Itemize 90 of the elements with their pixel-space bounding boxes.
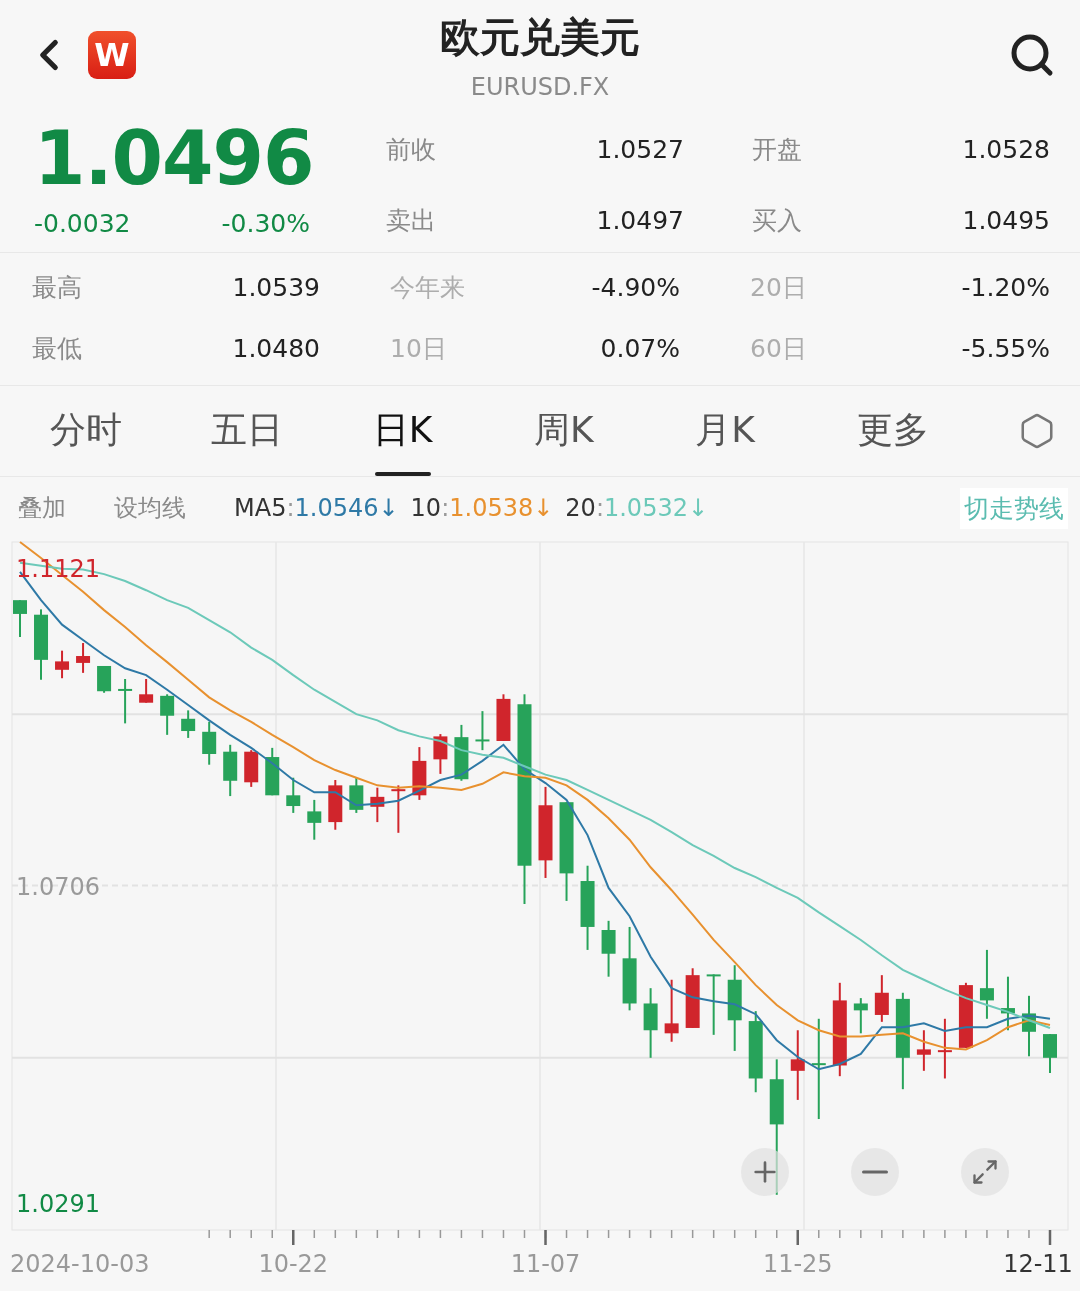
legend-label: 20 (565, 494, 596, 523)
stat-value: 1.0497 (596, 206, 684, 236)
candlestick (349, 776, 364, 814)
stat-value: -1.20% (961, 272, 1050, 302)
candlestick (643, 987, 658, 1059)
axis-label: 11-25 (762, 1250, 833, 1278)
stat-label: 10日 (390, 332, 447, 365)
candlestick (475, 710, 490, 752)
candlestick (1000, 975, 1015, 1032)
candlestick (496, 693, 511, 742)
period-tab[interactable]: 日K (372, 385, 534, 476)
candlestick (202, 720, 217, 766)
stat-value: 1.0480 (232, 333, 320, 363)
settings-button[interactable] (1018, 411, 1056, 450)
candlestick (286, 776, 301, 814)
candlestick (55, 649, 70, 680)
axis-label: 12-11 (1003, 1250, 1073, 1278)
period-tab[interactable]: 五日 (211, 385, 373, 476)
legend-separator: : (286, 494, 295, 523)
candlestick (76, 642, 91, 674)
candlestick (244, 749, 259, 788)
candlestick (181, 709, 196, 739)
stat-label: 60日 (750, 332, 807, 365)
candlestick (664, 978, 679, 1043)
period-tab[interactable]: 更多 (856, 385, 1018, 476)
candlestick (874, 974, 889, 1023)
minus-icon (862, 1170, 888, 1174)
stat-label: 开盘 (752, 134, 802, 166)
app-logo: W (88, 31, 136, 80)
candlestick (370, 786, 385, 824)
candlestick (790, 1029, 805, 1101)
down-arrow-icon: ↓ (687, 494, 709, 523)
symbol-code: EURUSD.FX (470, 72, 610, 101)
stat-value: 1.0527 (596, 135, 684, 164)
stat-label: 卖出 (386, 205, 436, 238)
stat-value: -5.55% (961, 333, 1050, 363)
legend-label: MA5 (234, 494, 287, 523)
expand-icon (971, 1158, 999, 1186)
stat-label: 买入 (752, 205, 802, 238)
candlestick (916, 1029, 931, 1072)
stat-label: 最高 (32, 271, 82, 304)
candlestick (454, 723, 469, 782)
candlestick (97, 665, 112, 694)
candlestick (979, 948, 994, 1020)
legend-value: 1.0538 (449, 494, 534, 523)
legend-label: 10 (410, 494, 442, 523)
stat-label: 今年来 (390, 271, 465, 304)
candlestick (412, 746, 427, 801)
candlestick (706, 973, 721, 1036)
period-tab[interactable]: 分时 (50, 385, 212, 476)
period-tab[interactable]: 月K (695, 385, 857, 476)
axis-label: 1.0291 (16, 1190, 100, 1219)
down-arrow-icon: ↓ (533, 494, 554, 523)
candlestick (160, 693, 175, 736)
stat-value: 1.0539 (232, 272, 320, 302)
stat-value: -4.90% (591, 272, 680, 302)
stat-value: 1.0528 (962, 135, 1050, 164)
stat-label: 前收 (386, 134, 436, 166)
legend-value: 1.0546 (294, 494, 379, 523)
candlestick (265, 746, 280, 797)
axis-label: 1.0706 (16, 872, 100, 901)
candlestick (937, 1017, 952, 1080)
percent-change: -0.30% (221, 208, 310, 238)
candlestick (223, 743, 238, 798)
axis-label: 2024-10-03 (10, 1250, 150, 1278)
candlestick (391, 784, 406, 834)
legend-value: 1.0532 (603, 494, 688, 523)
legend-separator: : (441, 494, 450, 523)
legend-separator: : (595, 494, 604, 523)
candlestick (118, 678, 133, 725)
candlestick (433, 733, 448, 775)
candlestick (601, 919, 616, 978)
page-title: 欧元兑美元 (440, 12, 640, 62)
stat-value: 0.07% (600, 333, 680, 363)
stat-label: 20日 (750, 271, 807, 304)
price-change: -0.0032 (34, 208, 131, 238)
current-price: 1.0496 (34, 120, 315, 195)
stat-value: 1.0495 (962, 206, 1050, 236)
candlestick (13, 599, 27, 638)
candlestick (1043, 1033, 1057, 1075)
candlestick (853, 997, 868, 1035)
down-arrow-icon: ↓ (378, 494, 399, 523)
candlestick (328, 779, 343, 831)
candlestick (1022, 994, 1036, 1058)
candlestick (139, 678, 154, 704)
candlestick (307, 798, 322, 841)
axis-label: 10-22 (258, 1250, 329, 1278)
axis-label: 11-07 (510, 1250, 581, 1278)
period-tab[interactable]: 周K (534, 385, 696, 476)
stat-label: 最低 (32, 332, 82, 365)
